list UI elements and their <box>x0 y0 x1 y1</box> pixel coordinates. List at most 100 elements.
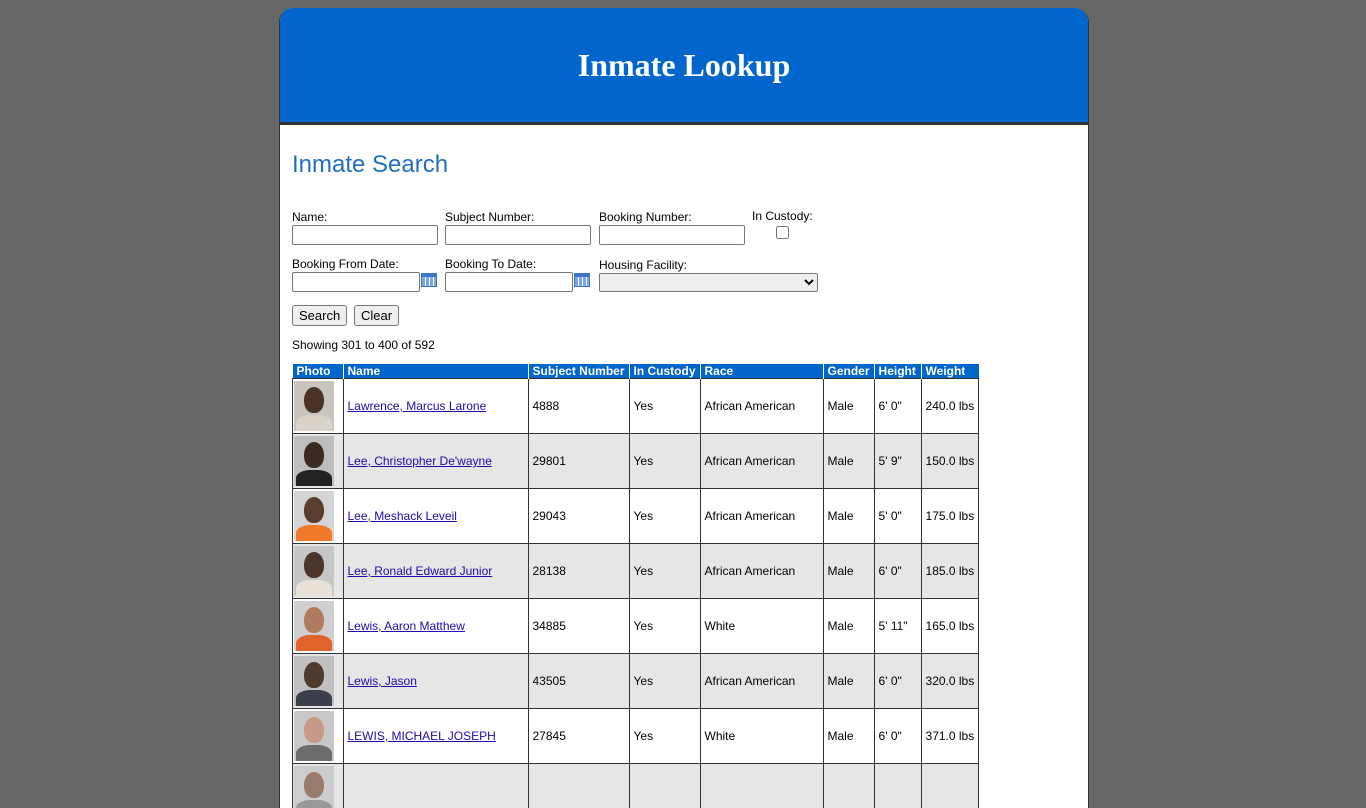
height-cell <box>874 764 921 808</box>
column-header-height: Height <box>874 364 921 379</box>
clear-button[interactable]: Clear <box>354 305 399 326</box>
inmate-name-link[interactable]: Lee, Ronald Edward Junior <box>348 564 493 578</box>
in-custody-checkbox[interactable] <box>776 226 789 239</box>
in-custody-cell: Yes <box>629 434 700 489</box>
race-cell: African American <box>700 379 823 434</box>
photo-cell <box>293 489 344 544</box>
inmate-name-link[interactable]: Lewis, Aaron Matthew <box>348 619 465 633</box>
booking-field-group: Booking Number: <box>599 210 745 245</box>
subject-number-cell: 4888 <box>528 379 629 434</box>
inmate-name-link[interactable]: Lee, Meshack Leveil <box>348 509 457 523</box>
name-input[interactable] <box>292 225 438 245</box>
inmate-photo[interactable] <box>294 601 334 651</box>
race-cell: White <box>700 709 823 764</box>
name-cell <box>343 764 528 808</box>
booking-number-input[interactable] <box>599 225 745 245</box>
search-title: Inmate Search <box>292 151 448 179</box>
weight-cell: 240.0 lbs <box>921 379 979 434</box>
booking-number-label: Booking Number: <box>599 210 745 224</box>
height-cell: 6' 0" <box>874 379 921 434</box>
height-cell: 6' 0" <box>874 654 921 709</box>
in-custody-cell: Yes <box>629 709 700 764</box>
to-date-group: Booking To Date: <box>445 257 590 292</box>
name-cell: Lee, Christopher De'wayne <box>343 434 528 489</box>
gender-cell <box>823 764 874 808</box>
photo-cell <box>293 544 344 599</box>
inmate-photo[interactable] <box>294 766 334 808</box>
photo-cell <box>293 709 344 764</box>
results-count: Showing 301 to 400 of 592 <box>292 338 435 352</box>
table-row: Lewis, Jason 43505 Yes African American … <box>293 654 979 709</box>
subject-number-input[interactable] <box>445 225 591 245</box>
table-row <box>293 764 979 808</box>
booking-from-date-label: Booking From Date: <box>292 257 437 271</box>
in-custody-cell: Yes <box>629 544 700 599</box>
weight-cell: 175.0 lbs <box>921 489 979 544</box>
inmate-name-link[interactable]: LEWIS, MICHAEL JOSEPH <box>348 729 496 743</box>
subject-number-cell: 29801 <box>528 434 629 489</box>
race-cell: White <box>700 599 823 654</box>
inmate-name-link[interactable]: Lee, Christopher De'wayne <box>348 454 492 468</box>
name-label: Name: <box>292 210 438 224</box>
photo-cell <box>293 654 344 709</box>
height-cell: 5' 0" <box>874 489 921 544</box>
photo-cell <box>293 599 344 654</box>
race-cell <box>700 764 823 808</box>
custody-field-group: In Custody: <box>752 209 813 242</box>
in-custody-cell <box>629 764 700 808</box>
page-header: Inmate Lookup <box>280 8 1088 125</box>
booking-to-date-label: Booking To Date: <box>445 257 590 271</box>
column-header-photo: Photo <box>293 364 344 379</box>
booking-to-date-input[interactable] <box>445 272 573 292</box>
column-header-gender: Gender <box>823 364 874 379</box>
from-date-group: Booking From Date: <box>292 257 437 292</box>
photo-cell <box>293 379 344 434</box>
column-header-subject-number: Subject Number <box>528 364 629 379</box>
gender-cell: Male <box>823 599 874 654</box>
subject-number-label: Subject Number: <box>445 210 591 224</box>
name-cell: Lewis, Aaron Matthew <box>343 599 528 654</box>
table-row: LEWIS, MICHAEL JOSEPH 27845 Yes White Ma… <box>293 709 979 764</box>
column-header-in-custody: In Custody <box>629 364 700 379</box>
housing-facility-select[interactable] <box>599 273 818 292</box>
inmate-photo[interactable] <box>294 711 334 761</box>
inmate-photo[interactable] <box>294 491 334 541</box>
page-frame: Inmate Lookup Inmate Search Name: Subjec… <box>279 8 1089 808</box>
search-button[interactable]: Search <box>292 305 347 326</box>
height-cell: 5' 9" <box>874 434 921 489</box>
name-cell: Lewis, Jason <box>343 654 528 709</box>
inmate-photo[interactable] <box>294 546 334 596</box>
height-cell: 6' 0" <box>874 709 921 764</box>
column-header-name: Name <box>343 364 528 379</box>
weight-cell: 150.0 lbs <box>921 434 979 489</box>
table-row: Lee, Meshack Leveil 29043 Yes African Am… <box>293 489 979 544</box>
gender-cell: Male <box>823 709 874 764</box>
inmate-photo[interactable] <box>294 436 334 486</box>
calendar-icon[interactable] <box>574 273 590 287</box>
in-custody-cell: Yes <box>629 489 700 544</box>
in-custody-label: In Custody: <box>752 209 813 223</box>
in-custody-cell: Yes <box>629 379 700 434</box>
height-cell: 6' 0" <box>874 544 921 599</box>
in-custody-cell: Yes <box>629 599 700 654</box>
column-header-weight: Weight <box>921 364 979 379</box>
calendar-icon[interactable] <box>421 273 437 287</box>
name-cell: Lee, Ronald Edward Junior <box>343 544 528 599</box>
gender-cell: Male <box>823 654 874 709</box>
results-table: Photo Name Subject Number In Custody Rac… <box>292 364 979 808</box>
subject-field-group: Subject Number: <box>445 210 591 245</box>
inmate-name-link[interactable]: Lewis, Jason <box>348 674 417 688</box>
inmate-photo[interactable] <box>294 381 334 431</box>
weight-cell <box>921 764 979 808</box>
subject-number-cell: 43505 <box>528 654 629 709</box>
name-cell: Lawrence, Marcus Larone <box>343 379 528 434</box>
subject-number-cell <box>528 764 629 808</box>
inmate-photo[interactable] <box>294 656 334 706</box>
weight-cell: 185.0 lbs <box>921 544 979 599</box>
booking-from-date-input[interactable] <box>292 272 420 292</box>
name-cell: LEWIS, MICHAEL JOSEPH <box>343 709 528 764</box>
inmate-name-link[interactable]: Lawrence, Marcus Larone <box>348 399 487 413</box>
in-custody-cell: Yes <box>629 654 700 709</box>
gender-cell: Male <box>823 489 874 544</box>
facility-group: Housing Facility: <box>599 258 818 292</box>
